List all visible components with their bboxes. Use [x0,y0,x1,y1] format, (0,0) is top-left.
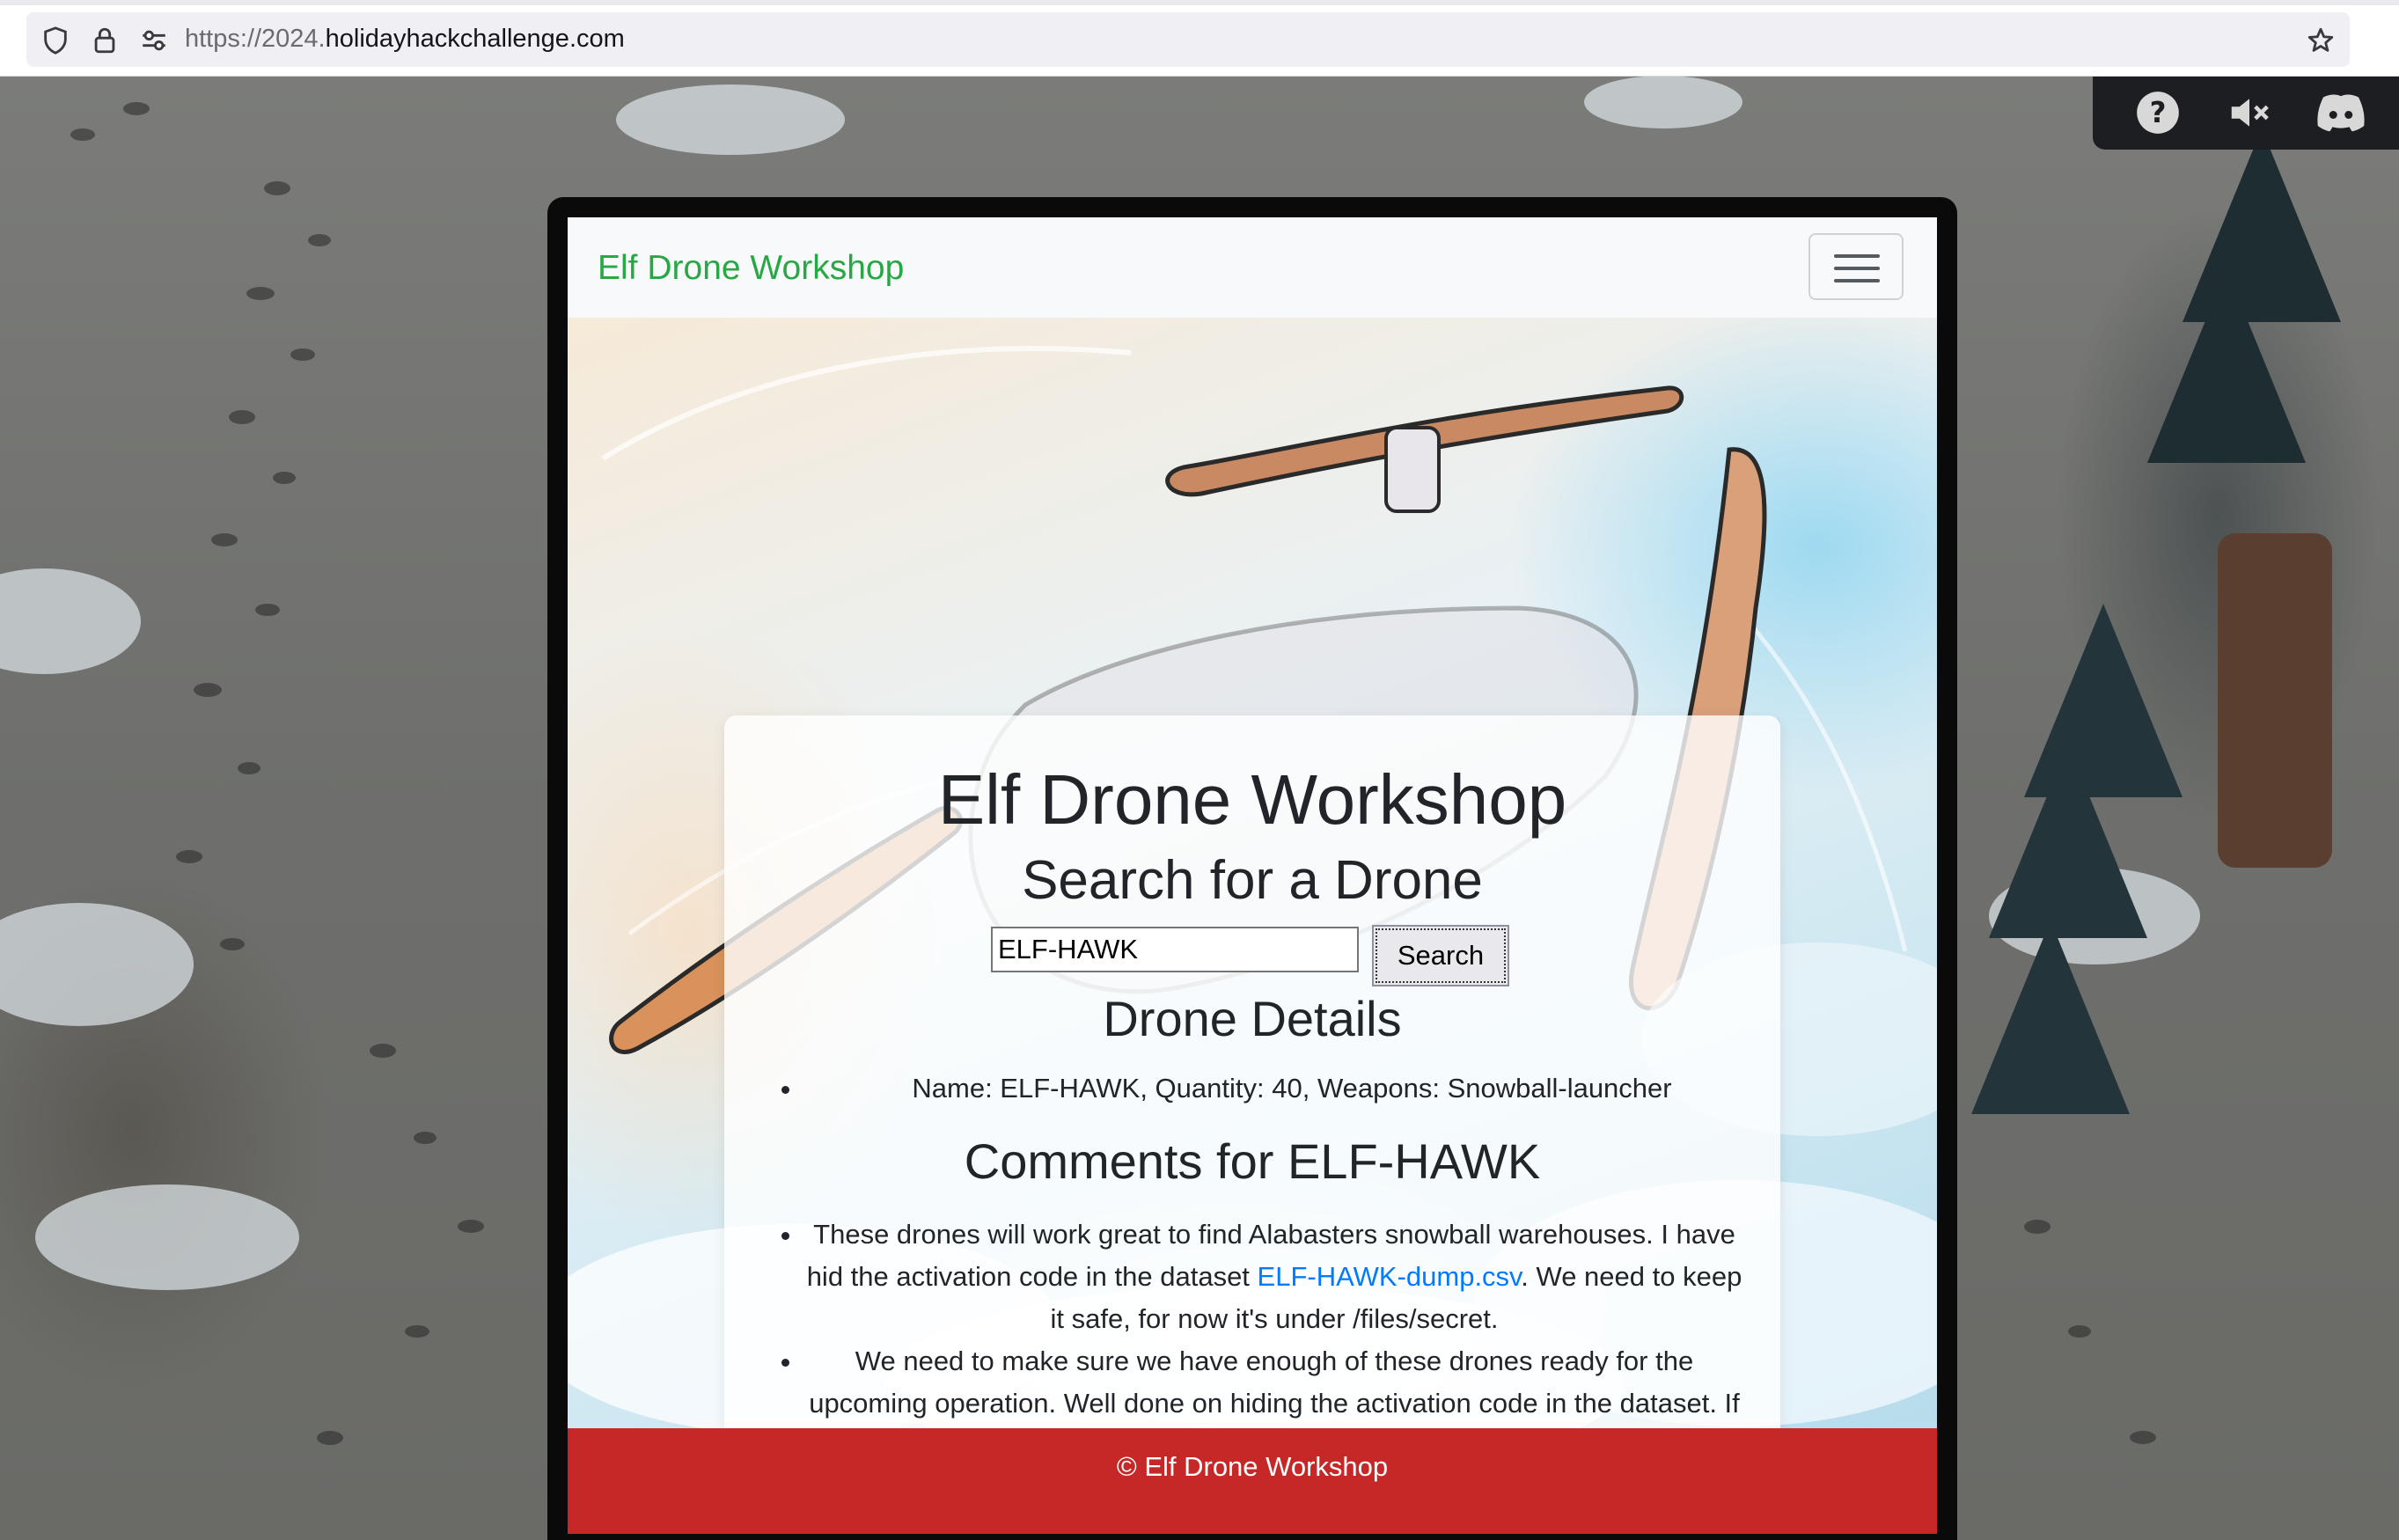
drone-search-input[interactable] [991,927,1359,972]
navbar: Elf Drone Workshop [568,217,1937,318]
content-card: Elf Drone Workshop Search for a Drone Se… [724,715,1780,1534]
page-title: Elf Drone Workshop [937,760,1567,839]
drone-details-list: Name: ELF-HAWK, Quantity: 40, Weapons: S… [724,1067,1780,1110]
discord-icon[interactable] [2315,86,2367,139]
footer: © Elf Drone Workshop [568,1428,1937,1534]
search-heading: Search for a Drone [1022,850,1483,911]
url-text[interactable]: https://2024.holidayhackchallenge.com [185,25,625,54]
drone-detail-item: Name: ELF-HAWK, Quantity: 40, Weapons: S… [803,1067,1780,1110]
bookmark-star-icon[interactable] [2306,26,2336,55]
navbar-brand-link[interactable]: Elf Drone Workshop [598,249,904,288]
permissions-icon[interactable] [139,26,169,55]
shield-icon[interactable] [40,26,70,55]
help-icon[interactable]: ? [2131,86,2184,139]
navbar-toggler-button[interactable] [1808,233,1904,300]
lock-icon[interactable] [90,26,120,55]
dataset-download-link[interactable]: ELF-HAWK-dump.csv [1258,1261,1522,1292]
svg-text:?: ? [2150,96,2167,129]
hamburger-icon [1834,254,1880,258]
comment-item: These drones will work great to find Ala… [803,1214,1745,1340]
hero-background: Elf Drone Workshop Search for a Drone Se… [568,318,1937,1534]
browser-toolbar: https://2024.holidayhackchallenge.com [0,0,2399,77]
drone-workshop-page: Elf Drone Workshop Elf Drone Workshop Se… [568,217,1937,1534]
mute-icon[interactable] [2223,86,2276,139]
comments-heading: Comments for ELF-HAWK [964,1133,1541,1189]
drone-details-heading: Drone Details [1103,991,1402,1046]
url-domain: holidayhackchallenge.com [325,25,625,53]
search-button[interactable]: Search [1372,925,1509,986]
url-prefix: https://2024. [185,25,326,53]
footer-copyright: © Elf Drone Workshop [1116,1451,1389,1482]
tab-strip-edge [0,0,2399,5]
game-toolbar: ? [2093,76,2399,150]
